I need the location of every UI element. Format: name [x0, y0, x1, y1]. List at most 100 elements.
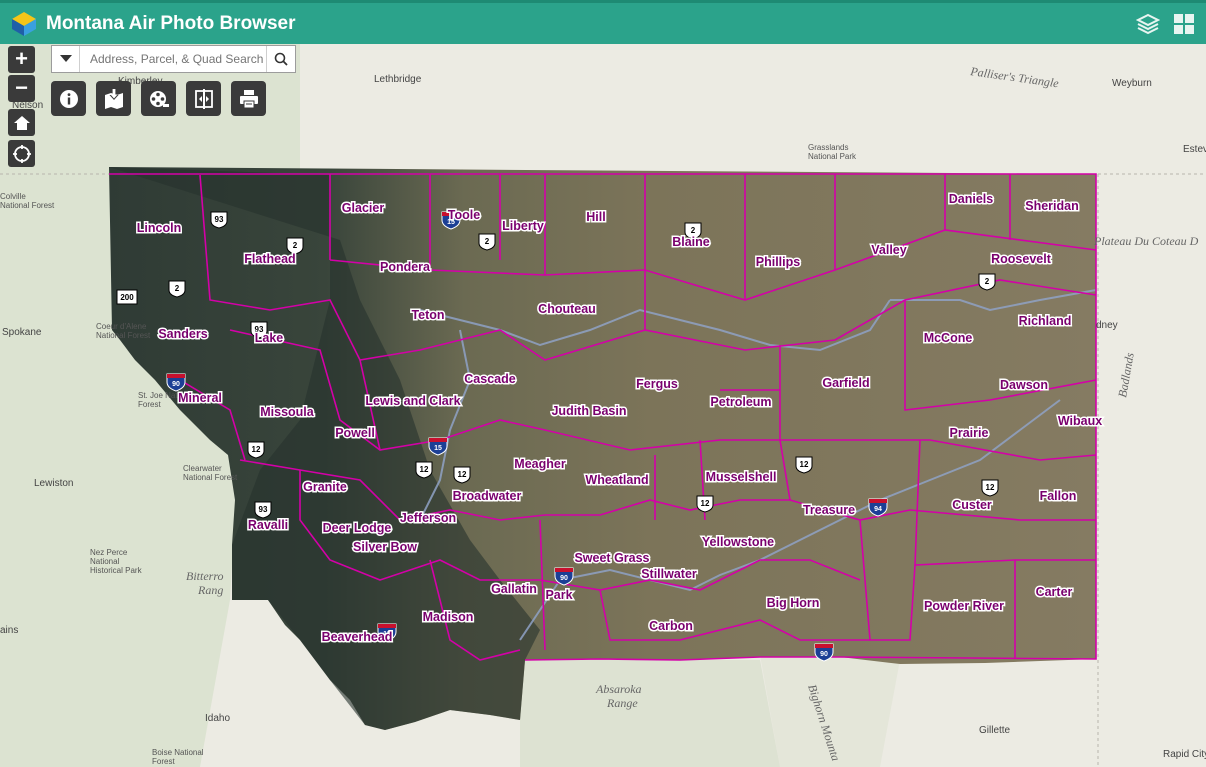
- county-label[interactable]: Liberty: [501, 218, 546, 235]
- county-label[interactable]: Garfield: [821, 375, 871, 392]
- svg-text:2: 2: [691, 226, 696, 235]
- county-label[interactable]: Ravalli: [246, 517, 289, 534]
- county-label[interactable]: Pondera: [378, 259, 432, 276]
- county-label[interactable]: Chouteau: [537, 301, 598, 318]
- svg-text:12: 12: [252, 445, 261, 454]
- highway-shield-us: 93: [210, 211, 228, 229]
- county-label[interactable]: Fallon: [1038, 488, 1078, 505]
- county-label[interactable]: Cascade: [463, 371, 517, 388]
- place-label: ains: [0, 625, 18, 636]
- info-button[interactable]: [51, 81, 86, 116]
- county-label[interactable]: Mineral: [177, 390, 224, 407]
- place-label: Rapid City: [1163, 749, 1206, 760]
- county-label[interactable]: Powell: [334, 425, 377, 442]
- app-title: Montana Air Photo Browser: [46, 12, 296, 34]
- county-label[interactable]: Broadwater: [451, 488, 523, 505]
- county-label[interactable]: Valley: [870, 242, 908, 259]
- county-label[interactable]: Park: [544, 587, 574, 604]
- county-label[interactable]: Daniels: [947, 191, 995, 208]
- park-label: Coeur d'Alene National Forest: [96, 322, 151, 340]
- layers-icon[interactable]: [1136, 12, 1160, 36]
- county-label[interactable]: Lake: [253, 330, 285, 347]
- county-label[interactable]: Wheatland: [584, 472, 650, 489]
- county-label[interactable]: Powder River: [923, 598, 1006, 615]
- svg-text:90: 90: [560, 575, 568, 582]
- county-label[interactable]: Yellowstone: [700, 534, 775, 551]
- county-label[interactable]: Sheridan: [1024, 198, 1081, 215]
- svg-text:12: 12: [701, 499, 710, 508]
- county-label[interactable]: Blaine: [671, 234, 712, 251]
- county-label[interactable]: Deer Lodge: [321, 520, 393, 537]
- zoom-out-button[interactable]: −: [8, 75, 35, 102]
- basemap-absaroka: [520, 660, 780, 767]
- place-label: Esteva: [1183, 144, 1206, 155]
- county-label[interactable]: Madison: [421, 609, 475, 626]
- svg-text:90: 90: [172, 381, 180, 388]
- map-download-button[interactable]: [96, 81, 131, 116]
- county-label[interactable]: Meagher: [513, 456, 568, 473]
- svg-text:93: 93: [215, 215, 224, 224]
- county-label[interactable]: Judith Basin: [550, 403, 628, 420]
- county-label[interactable]: Gallatin: [490, 581, 539, 598]
- county-label[interactable]: Beaverhead: [320, 629, 394, 646]
- county-label[interactable]: Fergus: [635, 376, 680, 393]
- search-widget: [51, 45, 296, 73]
- county-label[interactable]: Treasure: [801, 502, 856, 519]
- home-button[interactable]: [8, 109, 35, 136]
- map-view[interactable]: Lethbridge Weyburn Spokane Lewiston Idaho Gil…: [0, 44, 1206, 767]
- film-reel-button[interactable]: [141, 81, 176, 116]
- county-label[interactable]: McCone: [922, 330, 974, 347]
- county-label[interactable]: Stillwater: [640, 566, 699, 583]
- app-header: Montana Air Photo Browser: [0, 0, 1206, 44]
- zoom-in-button[interactable]: +: [8, 46, 35, 73]
- county-label[interactable]: Granite: [302, 479, 349, 496]
- caret-down-icon: [59, 55, 72, 62]
- county-label[interactable]: Glacier: [340, 200, 386, 217]
- county-label[interactable]: Roosevelt: [990, 251, 1054, 268]
- county-label[interactable]: Sweet Grass: [573, 550, 651, 567]
- county-label[interactable]: Richland: [1017, 313, 1073, 330]
- locate-button[interactable]: [8, 140, 35, 167]
- county-label[interactable]: Petroleum: [709, 394, 773, 411]
- svg-text:15: 15: [434, 445, 442, 452]
- county-label[interactable]: Wibaux: [1056, 413, 1103, 430]
- county-label[interactable]: Toole: [446, 207, 481, 224]
- svg-text:12: 12: [458, 470, 467, 479]
- search-source-dropdown[interactable]: [52, 46, 80, 72]
- county-label[interactable]: Hill: [585, 209, 607, 226]
- compare-swipe-icon: [194, 88, 213, 109]
- svg-text:12: 12: [800, 460, 809, 469]
- highway-shield-us: 12: [415, 461, 433, 479]
- film-reel-icon: [149, 90, 169, 107]
- search-input[interactable]: [80, 46, 266, 72]
- county-label[interactable]: Phillips: [754, 254, 802, 271]
- region-label: Plateau Du Coteau D: [1093, 234, 1199, 248]
- county-label[interactable]: Musselshell: [704, 469, 778, 486]
- county-label[interactable]: Flathead: [243, 251, 297, 268]
- county-label[interactable]: Big Horn: [765, 595, 821, 612]
- highway-shield-us: 12: [247, 441, 265, 459]
- print-icon: [239, 89, 258, 108]
- place-label: Lewiston: [34, 478, 73, 489]
- highway-shield-us: 12: [696, 495, 714, 513]
- county-label[interactable]: Carbon: [648, 618, 695, 635]
- print-button[interactable]: [231, 81, 266, 116]
- search-button[interactable]: [266, 46, 295, 72]
- county-label[interactable]: Silver Bow: [352, 539, 419, 556]
- county-label[interactable]: Carter: [1034, 584, 1074, 601]
- county-label[interactable]: Custer: [951, 497, 994, 514]
- compare-swipe-button[interactable]: [186, 81, 221, 116]
- county-label[interactable]: Dawson: [999, 377, 1050, 394]
- basemap-gallery-icon[interactable]: [1172, 12, 1196, 36]
- map-canvas[interactable]: Lethbridge Weyburn Spokane Lewiston Idaho Gil…: [0, 44, 1206, 767]
- county-label[interactable]: Lewis and Clark: [364, 393, 462, 410]
- county-label[interactable]: Missoula: [259, 404, 317, 421]
- county-label[interactable]: Teton: [410, 307, 446, 324]
- highway-shield-us: 2: [168, 280, 186, 298]
- county-label[interactable]: Prairie: [948, 425, 990, 442]
- place-label: Spokane: [2, 327, 42, 338]
- app-logo-icon: [12, 11, 36, 36]
- county-label[interactable]: Lincoln: [135, 220, 182, 237]
- county-label[interactable]: Sanders: [157, 326, 209, 343]
- county-label[interactable]: Jefferson: [398, 510, 457, 527]
